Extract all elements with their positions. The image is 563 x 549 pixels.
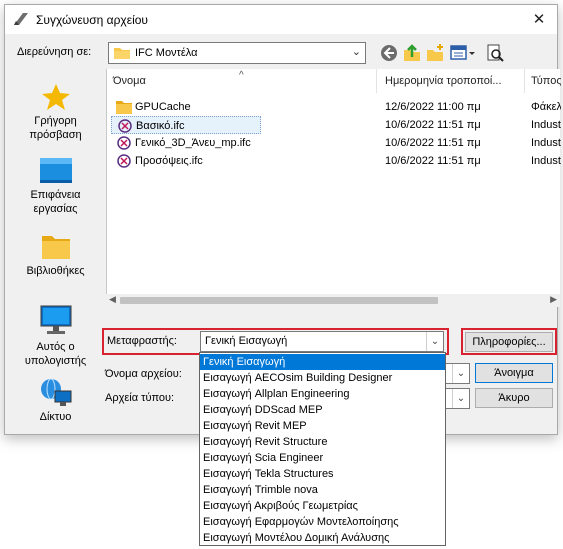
dropdown-option[interactable]: Εισαγωγή Revit MEP (200, 418, 445, 434)
star-icon (41, 84, 70, 110)
dropdown-option[interactable]: Εισαγωγή Allplan Engineering (200, 386, 445, 402)
place-network[interactable]: Δίκτυο (9, 377, 102, 424)
chevron-down-icon[interactable]: ⌄ (426, 332, 443, 351)
file-type: Indust (531, 119, 561, 131)
filename-label: Όνομα αρχείου: (105, 368, 182, 380)
folder-icon (116, 101, 132, 114)
place-label: Αυτός ο (36, 341, 75, 353)
translator-label: Μεταφραστής: (107, 335, 177, 347)
scrollbar-thumb[interactable] (120, 297, 438, 304)
file-name: Βασικό.ifc (136, 120, 185, 132)
lookin-value: IFC Μοντέλα (135, 47, 198, 59)
file-row[interactable]: GPUCache 12/6/2022 11:00 πμ Φάκελ (107, 98, 561, 116)
ifc-file-icon (118, 119, 132, 133)
chevron-down-icon[interactable]: ⌄ (452, 364, 469, 383)
translator-dropdown-list: Γενική Εισαγωγή Εισαγωγή AECOsim Buildin… (199, 352, 446, 546)
window-title: Συγχώνευση αρχείου (36, 13, 148, 27)
dropdown-option[interactable]: Εισαγωγή AECOsim Building Designer (200, 370, 445, 386)
file-name-cell: GPUCache (111, 98, 261, 116)
file-date: 10/6/2022 11:51 πμ (385, 137, 481, 149)
place-label: εργασίας (33, 203, 78, 215)
dropdown-option[interactable]: Εισαγωγή Ακριβούς Γεωμετρίας (200, 498, 445, 514)
column-type-label: Τύπος (531, 75, 561, 87)
sort-ascending-icon: ^ (239, 70, 244, 81)
dropdown-option[interactable]: Εισαγωγή Μοντέλου Δομική Ανάλυσης (200, 530, 445, 546)
computer-icon (40, 305, 71, 334)
column-header-type[interactable]: Τύπος (525, 69, 561, 93)
filetype-label: Αρχεία τύπου: (105, 392, 175, 404)
cancel-button[interactable]: Άκυρο (475, 388, 553, 408)
horizontal-scrollbar[interactable]: ◀ ▶ (106, 294, 560, 307)
place-label: υπολογιστής (24, 355, 87, 367)
scroll-left-icon[interactable]: ◀ (109, 294, 116, 305)
file-name: Γενικό_3D_Άνευ_mp.ifc (135, 137, 251, 149)
app-icon (14, 13, 28, 25)
info-button[interactable]: Πληροφορίες... (465, 332, 553, 352)
chevron-down-icon[interactable]: ⌄ (452, 389, 469, 408)
ifc-file-icon (117, 136, 131, 150)
view-menu-icon[interactable] (449, 43, 477, 63)
dropdown-option[interactable]: Εισαγωγή Tekla Structures (200, 466, 445, 482)
file-row[interactable]: Γενικό_3D_Άνευ_mp.ifc 10/6/2022 11:51 πμ… (107, 134, 561, 152)
place-label: Βιβλιοθήκες (26, 265, 85, 277)
column-name-label: Όνομα (113, 75, 146, 87)
file-type: Indust (531, 155, 561, 167)
library-icon (41, 236, 70, 259)
place-quick-access[interactable]: Γρήγορη πρόσβαση (9, 83, 102, 142)
translator-select[interactable]: Γενική Εισαγωγή ⌄ (200, 331, 444, 352)
file-list: ^ Όνομα Ημερομηνία τροποποί... Τύπος GPU… (106, 69, 561, 307)
column-date-label: Ημερομηνία τροποποί... (385, 75, 502, 87)
place-libraries[interactable]: Βιβλιοθήκες (9, 233, 102, 278)
place-label: Γρήγορη (34, 115, 77, 127)
folder-icon (114, 48, 130, 59)
file-type: Φάκελ (531, 101, 561, 113)
new-folder-icon[interactable] (425, 43, 445, 63)
file-name: GPUCache (135, 101, 191, 113)
scroll-right-icon[interactable]: ▶ (550, 294, 557, 305)
network-icon (40, 378, 71, 406)
close-button[interactable]: ✕ (529, 10, 549, 30)
place-label: πρόσβαση (29, 129, 82, 141)
dropdown-option[interactable]: Εισαγωγή Revit Structure (200, 434, 445, 450)
back-icon[interactable] (379, 43, 399, 63)
up-folder-icon[interactable] (402, 43, 422, 63)
file-date: 10/6/2022 11:51 πμ (385, 155, 481, 167)
file-row[interactable]: Προσόψεις.ifc 10/6/2022 11:51 πμ Indust (107, 152, 561, 170)
title-bar: Συγχώνευση αρχείου ✕ (5, 5, 557, 34)
file-name: Προσόψεις.ifc (135, 155, 203, 167)
file-date: 10/6/2022 11:51 πμ (385, 119, 481, 131)
dropdown-option[interactable]: Εισαγωγή Scia Engineer (200, 450, 445, 466)
file-date: 12/6/2022 11:00 πμ (385, 101, 481, 113)
places-bar: Γρήγορη πρόσβαση Επιφάνεια εργασίας Βιβλ… (9, 69, 102, 428)
place-label: Δίκτυο (39, 411, 72, 423)
preview-icon[interactable] (485, 43, 505, 63)
lookin-label: Διερεύνηση σε: (17, 46, 92, 58)
file-type: Indust (531, 137, 561, 149)
file-name-cell: Προσόψεις.ifc (111, 152, 261, 170)
translator-value: Γενική Εισαγωγή (205, 335, 288, 347)
desktop-icon (39, 158, 72, 183)
column-header-date[interactable]: Ημερομηνία τροποποί... (379, 69, 525, 93)
dropdown-option[interactable]: Γενική Εισαγωγή (200, 354, 445, 370)
ifc-file-icon (117, 154, 131, 168)
dropdown-option[interactable]: Εισαγωγή DDScad MEP (200, 402, 445, 418)
chevron-down-icon: ⌄ (351, 46, 361, 58)
lookin-combo[interactable]: IFC Μοντέλα ⌄ (108, 42, 366, 64)
open-button[interactable]: Άνοιγμα (475, 363, 553, 383)
dropdown-option[interactable]: Εισαγωγή Εφαρμογών Μοντελοποίησης (200, 514, 445, 530)
file-name-cell: Γενικό_3D_Άνευ_mp.ifc (111, 134, 281, 152)
place-this-pc[interactable]: Αυτός ο υπολογιστής (9, 305, 102, 368)
column-header-name[interactable]: ^ Όνομα (107, 69, 377, 93)
place-desktop[interactable]: Επιφάνεια εργασίας (9, 157, 102, 216)
place-label: Επιφάνεια (30, 189, 81, 201)
file-name-cell: Βασικό.ifc (111, 116, 261, 134)
dropdown-option[interactable]: Εισαγωγή Trimble nova (200, 482, 445, 498)
file-row[interactable]: Βασικό.ifc 10/6/2022 11:51 πμ Indust (107, 116, 561, 134)
